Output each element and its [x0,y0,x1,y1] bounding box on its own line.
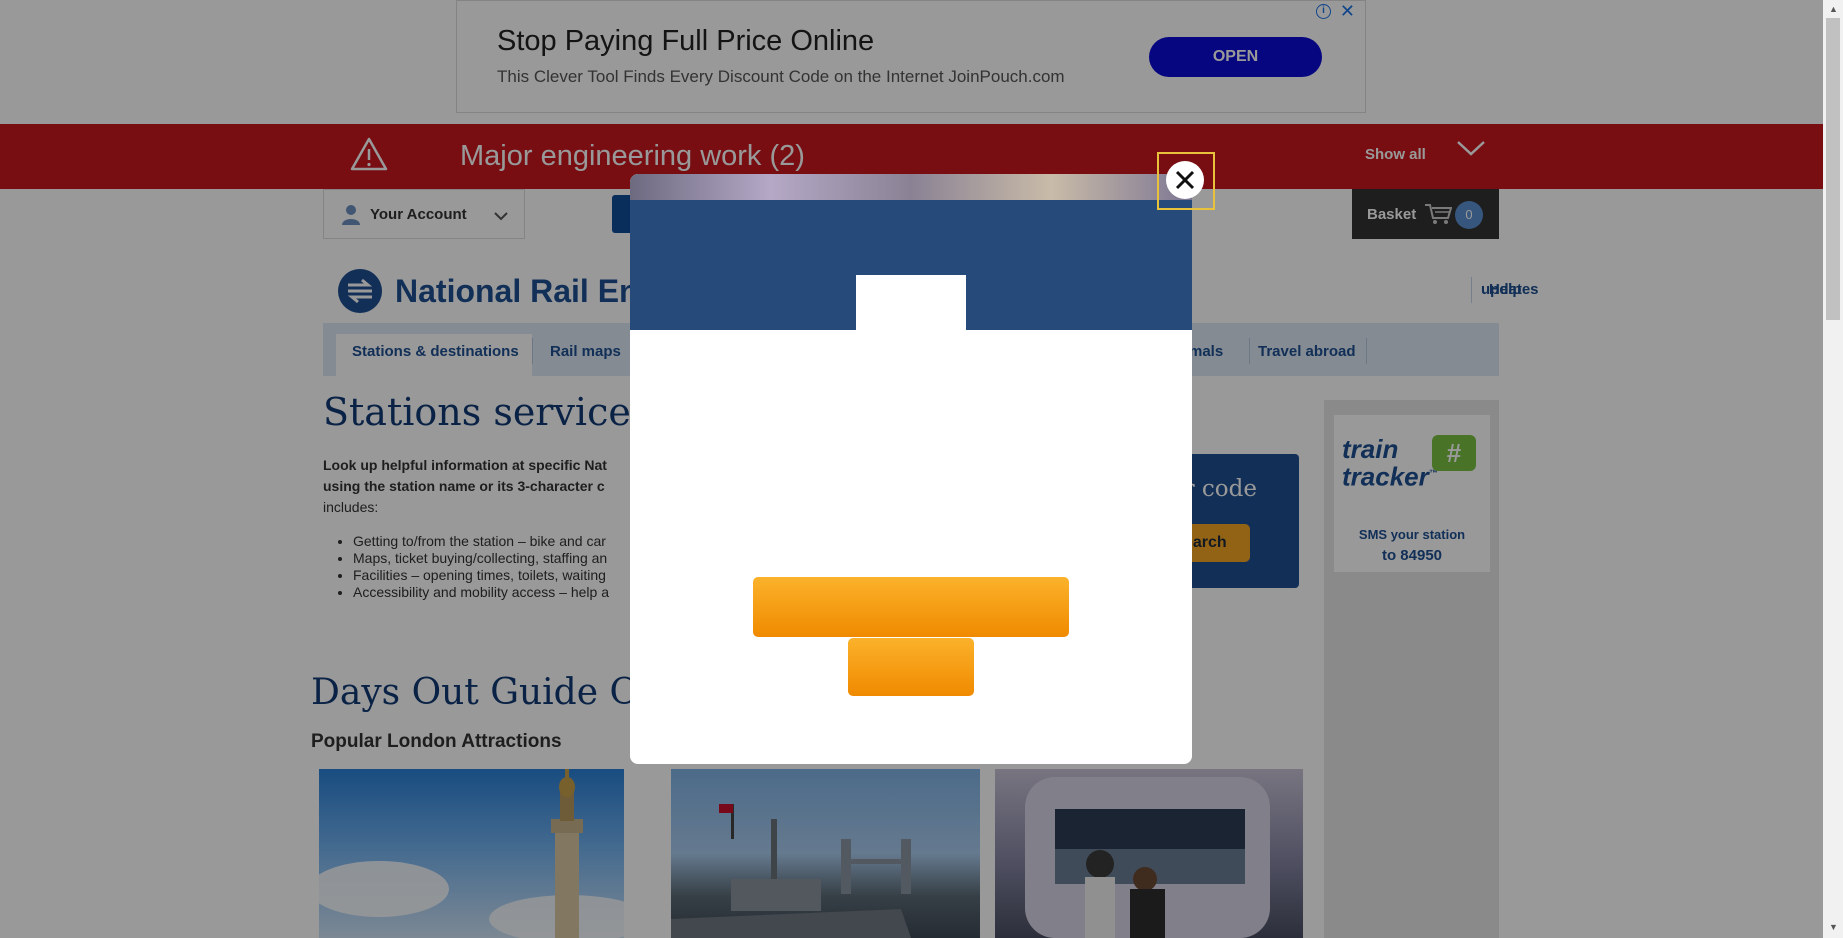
modal-header-image [630,174,1192,200]
close-icon [1175,170,1195,190]
scrollbar-thumb[interactable] [1826,18,1840,320]
promo-modal [630,174,1192,764]
modal-primary-button[interactable] [753,577,1069,637]
vertical-scrollbar[interactable]: ▲ ▼ [1823,0,1843,938]
page: Stop Paying Full Price Online This Cleve… [0,0,1823,938]
scroll-down-arrow-icon[interactable]: ▼ [1829,922,1838,932]
modal-secondary-button[interactable] [848,638,974,696]
modal-logo-placeholder [856,275,966,331]
scroll-up-arrow-icon[interactable]: ▲ [1829,4,1838,14]
modal-close-button[interactable] [1166,161,1204,199]
